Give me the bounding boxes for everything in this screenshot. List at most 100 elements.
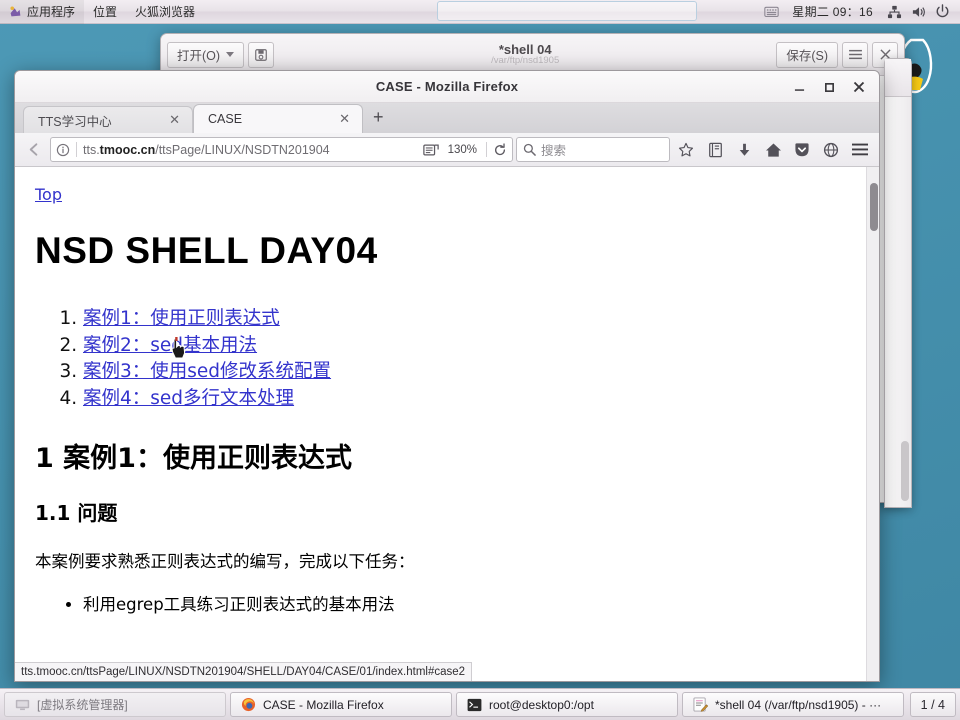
panel-menu-applications-label: 应用程序 — [27, 5, 76, 19]
background-window-scrollbar[interactable] — [901, 441, 909, 501]
section-heading-1: 1 案例1：使用正则表达式 — [35, 443, 352, 474]
gedit-save-label: 保存(S) — [786, 49, 828, 63]
library-button[interactable] — [702, 137, 728, 163]
background-window-sliver[interactable] — [884, 58, 912, 508]
list-item: 案例1：使用正则表达式 — [83, 306, 840, 333]
search-icon — [523, 143, 536, 156]
gedit-menu-button[interactable] — [842, 41, 868, 68]
gedit-title-main: *shell 04 — [498, 41, 552, 57]
firefox-window-controls — [785, 71, 873, 103]
link-status-tooltip: tts.tmooc.cn/ttsPage/LINUX/NSDTN201904/S… — [15, 662, 473, 681]
network-icon[interactable] — [883, 0, 905, 24]
home-button[interactable] — [760, 137, 786, 163]
task-bullet-list: 利用egrep工具练习正则表达式的基本用法 — [83, 592, 840, 618]
taskbar-item-label: *shell 04 (/var/ftp/nsd1905) - ··· — [715, 697, 882, 712]
hamburger-icon — [848, 49, 862, 60]
close-button[interactable] — [845, 74, 873, 100]
panel-menu-firefox[interactable]: 火狐浏览器 — [126, 0, 204, 24]
hamburger-icon — [852, 143, 868, 156]
list-item: 案例2：sed基本用法 — [83, 333, 840, 360]
gedit-title-path: /var/ftp/nsd1905 — [491, 55, 560, 67]
reload-icon[interactable] — [493, 142, 507, 157]
maximize-icon — [824, 82, 834, 92]
account-button[interactable] — [818, 137, 844, 163]
panel-clock[interactable]: 星期二 09：16 — [784, 3, 881, 20]
chevron-down-icon — [226, 52, 235, 57]
taskbar-item-terminal[interactable]: root@desktop0:/opt — [456, 692, 678, 717]
section-heading-1-1: 1.1 问题 — [35, 501, 118, 525]
list-item: 利用egrep工具练习正则表达式的基本用法 — [83, 592, 840, 618]
power-icon[interactable] — [931, 0, 953, 24]
firefox-window[interactable]: CASE - Mozilla Firefox TTS学习中心 ✕ CASE ✕ … — [14, 70, 880, 682]
close-icon — [853, 81, 865, 93]
top-anchor-link[interactable]: Top — [35, 185, 62, 204]
volume-icon[interactable] — [907, 0, 929, 24]
workspace-switcher[interactable]: 1 / 4 — [909, 692, 956, 717]
panel-menu-applications[interactable]: 应用程序 — [0, 0, 85, 24]
window-list-taskbar: [虚拟系统管理器] CASE - Mozilla Firefox root@de… — [0, 688, 960, 720]
tab-close-icon[interactable]: ✕ — [167, 112, 182, 128]
page-scrollbar[interactable] — [866, 167, 879, 681]
toc-link-3[interactable]: 案例3：使用sed修改系统配置 — [83, 361, 331, 382]
taskbar-item-label: [虚拟系统管理器] — [37, 698, 128, 712]
panel-menu-firefox-label: 火狐浏览器 — [135, 5, 196, 19]
gedit-title: *shell 04 /var/ftp/nsd1905 — [276, 43, 774, 67]
search-bar[interactable]: 搜索 — [516, 137, 670, 162]
home-icon — [765, 143, 781, 157]
applications-icon — [10, 6, 21, 17]
zoom-level-indicator[interactable]: 130% — [445, 144, 480, 156]
web-page: Top NSD SHELL DAY04 案例1：使用正则表达式 案例2：sed基… — [15, 167, 866, 681]
tab-tts-learning-center[interactable]: TTS学习中心 ✕ — [23, 106, 193, 133]
gedit-open-button[interactable]: 打开(O) — [167, 41, 245, 68]
gedit-save-button[interactable]: 保存(S) — [776, 41, 838, 68]
minimize-button[interactable] — [785, 74, 813, 100]
taskbar-item-firefox[interactable]: CASE - Mozilla Firefox — [230, 692, 452, 717]
search-input[interactable]: 搜索 — [541, 140, 566, 159]
url-separator — [76, 142, 77, 157]
gedit-save-as-button[interactable] — [248, 41, 275, 68]
section-paragraph: 本案例要求熟悉正则表达式的编写，完成以下任务： — [35, 552, 415, 571]
downloads-button[interactable] — [731, 137, 757, 163]
taskbar-item-label: CASE - Mozilla Firefox — [263, 697, 384, 712]
save-as-icon — [255, 48, 267, 61]
firefox-titlebar: CASE - Mozilla Firefox — [15, 71, 879, 103]
star-icon — [678, 142, 694, 156]
pocket-button[interactable] — [789, 137, 815, 163]
library-icon — [708, 142, 722, 157]
page-scrollbar-thumb[interactable] — [870, 183, 878, 231]
url-separator-2 — [486, 142, 487, 157]
firefox-menu-button[interactable] — [847, 137, 873, 163]
reader-view-icon[interactable] — [422, 143, 439, 157]
firefox-tab-strip: TTS学习中心 ✕ CASE ✕ + — [15, 103, 879, 133]
back-arrow-icon — [29, 143, 37, 156]
bookmark-button[interactable] — [673, 137, 699, 163]
url-bar[interactable]: tts.tmooc.cn/ttsPage/LINUX/NSDTN201904 1… — [50, 137, 513, 162]
toc-link-1[interactable]: 案例1：使用正则表达式 — [83, 308, 280, 329]
panel-menu-places[interactable]: 位置 — [84, 0, 126, 24]
new-tab-button[interactable]: + — [363, 108, 394, 128]
maximize-button[interactable] — [815, 74, 843, 100]
taskbar-item-gedit[interactable]: *shell 04 (/var/ftp/nsd1905) - ··· — [682, 692, 904, 717]
globe-icon — [823, 142, 839, 157]
toc-link-4[interactable]: 案例4：sed多行文本处理 — [83, 388, 294, 409]
gnome-top-panel: 应用程序 位置 火狐浏览器 星期二 09：16 — [0, 0, 960, 24]
background-window-header — [885, 59, 911, 97]
firefox-content-area[interactable]: Top NSD SHELL DAY04 案例1：使用正则表达式 案例2：sed基… — [15, 167, 879, 681]
url-text: tts.tmooc.cn/ttsPage/LINUX/NSDTN201904 — [83, 142, 330, 157]
taskbar-item-vm-manager[interactable]: [虚拟系统管理器] — [4, 692, 226, 717]
firefox-navigation-toolbar: tts.tmooc.cn/ttsPage/LINUX/NSDTN201904 1… — [15, 133, 879, 167]
gedit-icon — [692, 697, 708, 713]
panel-status-area: 星期二 09：16 — [760, 0, 960, 24]
vm-manager-icon — [14, 697, 30, 713]
toc-link-2[interactable]: 案例2：sed基本用法 — [83, 335, 257, 356]
list-item: 案例3：使用sed修改系统配置 — [83, 359, 840, 386]
tab-case[interactable]: CASE ✕ — [193, 104, 363, 133]
minimize-icon — [794, 88, 804, 91]
pocket-icon — [795, 142, 809, 156]
keyboard-indicator-icon[interactable] — [760, 0, 782, 24]
download-arrow-icon — [739, 143, 749, 156]
back-button[interactable] — [21, 137, 47, 163]
tab-close-icon[interactable]: ✕ — [337, 111, 352, 127]
panel-menu-places-label: 位置 — [93, 5, 118, 19]
info-circle-icon[interactable] — [56, 143, 70, 157]
